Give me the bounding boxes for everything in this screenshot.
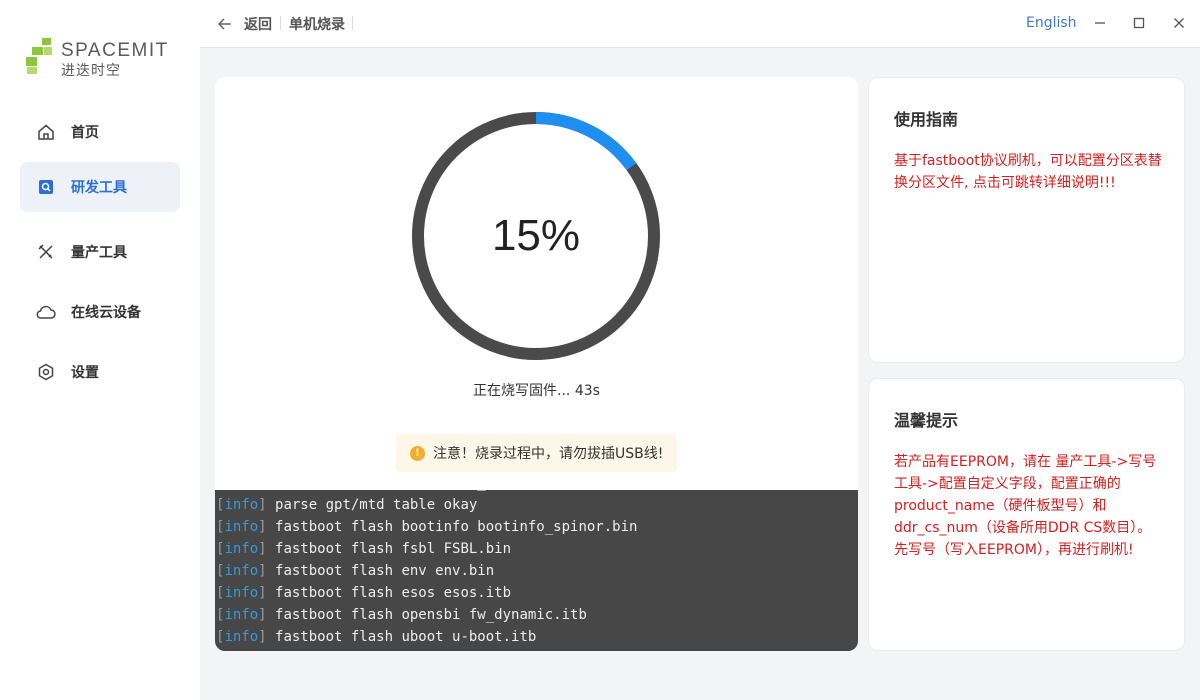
arrow-left-icon [217,18,231,30]
log-bracket: ] [258,490,275,491]
log-level: info [224,629,259,645]
spacemit-logo-mark [26,38,52,74]
sidebar-item-label: 首页 [71,125,99,141]
log-bracket: ] [258,629,276,645]
warning-icon: ! [410,445,425,461]
usage-guide-title: 使用指南 [894,110,959,129]
log-text: parse gpt/mtd table okay [275,497,478,513]
maximize-button[interactable] [1130,14,1148,32]
settings-icon [36,362,56,382]
log-bracket: ] [258,541,276,557]
tips-title: 温馨提示 [894,411,959,430]
logo-brand-cn-text: 进迭时空 [61,63,121,79]
minimize-icon [1095,22,1105,24]
log-text: fastboot flash esos esos.itb [275,585,512,601]
sidebar-item-settings[interactable]: 设置 [20,347,180,397]
language-switch[interactable]: English [1026,15,1077,31]
sidebar-item-label: 设置 [71,365,99,381]
log-level: info [224,490,258,491]
log-line: [info] fastboot flash esos esos.itb [216,582,637,604]
log-line: [info] fastboot flash env env.bin [216,560,637,582]
usb-warning-text: 注意！烧录过程中，请勿拔插USB线! [433,446,664,462]
log-line: [info] fastboot flash fsbl FSBL.bin [216,538,637,560]
log-level: info [224,519,259,535]
log-text: fastboot flash fsbl FSBL.bin [275,541,512,557]
log-line: [info] fastboot flash opensbi fw_dynamic… [216,604,637,626]
divider [280,16,281,30]
breadcrumb: 单机烧录 [289,17,345,33]
log-bracket: ] [258,585,276,601]
log-bracket: ] [258,563,276,579]
sidebar: SPACEMIT 进迭时空 首页 研发工具 量产工具 在线云设备 设置 [0,0,200,700]
usage-guide-card[interactable]: 使用指南 基于fastboot协议刷机，可以配置分区表替换分区文件, 点击可跳转… [868,77,1185,363]
sidebar-item-cloud-devices[interactable]: 在线云设备 [20,287,180,337]
log-line: [info] parse gpt/mtd table okay [216,494,637,516]
back-label: 返回 [244,17,272,33]
log-text: fastboot flash opensbi fw_dynamic.itb [275,607,587,623]
log-console[interactable]: [info] fastboot stage partition_table[in… [215,490,858,651]
close-button[interactable] [1170,14,1188,32]
sidebar-item-label: 量产工具 [71,245,127,261]
back-button[interactable]: 返回 [217,14,272,34]
log-bracket: ] [258,497,276,513]
log-level: info [224,541,259,557]
dev-tools-icon [36,177,56,197]
sidebar-item-label: 研发工具 [71,180,127,196]
log-line: [info] fastboot flash uboot u-boot.itb [216,626,637,648]
log-text: fastboot flash uboot u-boot.itb [275,629,537,645]
tips-body: 若产品有EEPROM，请在 量产工具->写号工具->配置自定义字段，配置正确的p… [894,454,1157,558]
log-line: [info] fastboot flash bootinfo bootinfo_… [216,516,637,538]
logo-brand-text: SPACEMIT [61,40,169,61]
log-lines: [info] fastboot stage partition_table[in… [216,490,637,648]
sidebar-item-home[interactable]: 首页 [20,107,180,157]
log-text: fastboot flash env env.bin [275,563,495,579]
top-bar: 返回 单机烧录 English [200,0,1200,48]
log-level: info [224,585,259,601]
tools-icon [36,242,56,262]
flash-status-text: 正在烧写固件... 43s [473,383,600,399]
log-level: info [224,563,259,579]
log-bracket: ] [258,607,276,623]
log-text: fastboot flash bootinfo bootinfo_spinor.… [275,519,638,535]
log-bracket: ] [258,519,276,535]
sidebar-item-production-tools[interactable]: 量产工具 [20,227,180,277]
log-level: info [224,607,259,623]
spacemit-logo: SPACEMIT 进迭时空 [26,36,176,79]
log-level: info [224,497,259,513]
sidebar-item-label: 在线云设备 [71,305,141,321]
minimize-button[interactable] [1091,14,1109,32]
sidebar-item-dev-tools[interactable]: 研发工具 [20,162,180,212]
home-icon [36,122,56,142]
flash-progress-card: 15% 正在烧写固件... 43s ! 注意！烧录过程中，请勿拔插USB线! [… [215,77,858,651]
close-icon [1174,18,1184,28]
log-text: fastboot stage partition_table [275,490,528,491]
tips-card: 温馨提示 若产品有EEPROM，请在 量产工具->写号工具->配置自定义字段，配… [868,378,1185,651]
usage-guide-body[interactable]: 基于fastboot协议刷机，可以配置分区表替换分区文件, 点击可跳转详细说明!… [894,150,1164,194]
maximize-icon [1133,17,1145,29]
cloud-icon [36,302,56,322]
progress-percent: 15% [491,211,581,260]
divider [352,16,353,30]
usb-warning-notice: ! 注意！烧录过程中，请勿拔插USB线! [396,434,677,472]
